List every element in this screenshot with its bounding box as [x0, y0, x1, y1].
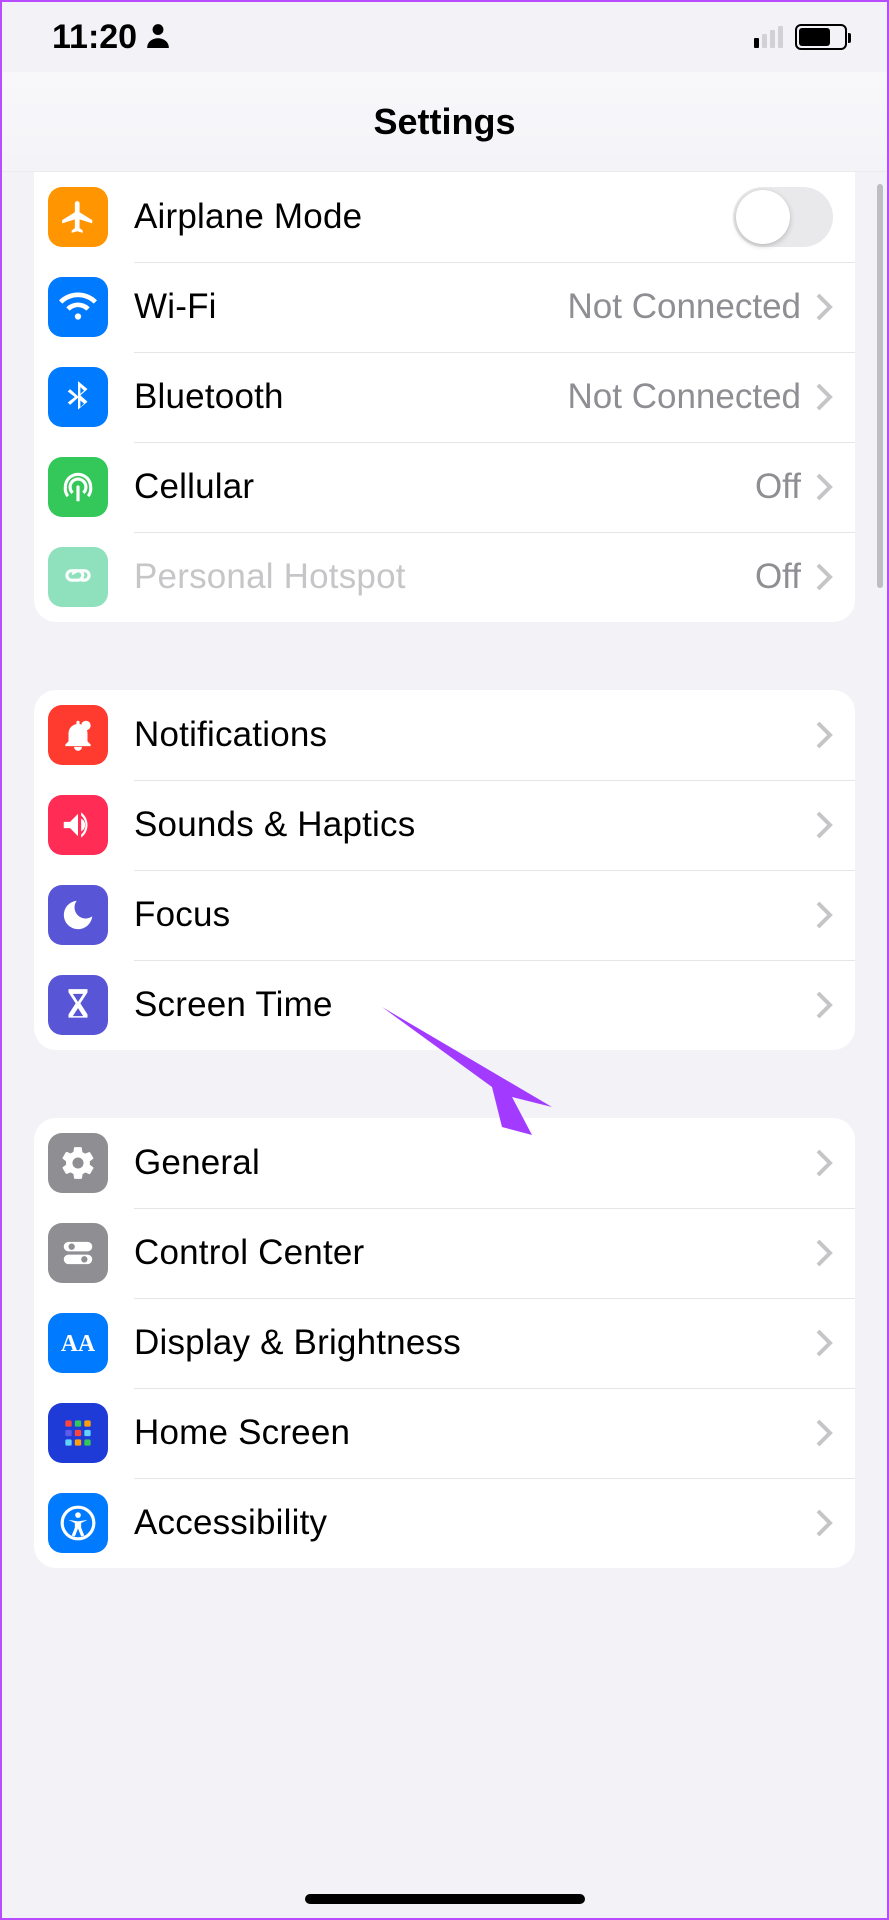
chevron-right-icon	[815, 1148, 833, 1178]
row-homescreen[interactable]: Home Screen	[34, 1388, 855, 1478]
row-focus[interactable]: Focus	[34, 870, 855, 960]
chevron-right-icon	[815, 1238, 833, 1268]
group-connectivity: Airplane Mode Wi-Fi Not Connected Blueto…	[34, 172, 855, 622]
controlcenter-icon	[48, 1223, 108, 1283]
row-label: Airplane Mode	[134, 197, 733, 237]
row-label: Notifications	[134, 715, 815, 755]
row-display[interactable]: AA Display & Brightness	[34, 1298, 855, 1388]
row-label: Screen Time	[134, 985, 815, 1025]
accessibility-icon	[48, 1493, 108, 1553]
settings-content: Airplane Mode Wi-Fi Not Connected Blueto…	[2, 172, 887, 1676]
chevron-right-icon	[815, 382, 833, 412]
chevron-right-icon	[815, 1328, 833, 1358]
row-airplane[interactable]: Airplane Mode	[34, 172, 855, 262]
group-attention: Notifications Sounds & Haptics Focus Scr…	[34, 690, 855, 1050]
bluetooth-icon	[48, 367, 108, 427]
chevron-right-icon	[815, 562, 833, 592]
chevron-right-icon	[815, 1418, 833, 1448]
focus-icon	[48, 885, 108, 945]
nav-header: Settings	[2, 72, 887, 172]
row-label: Wi-Fi	[134, 287, 568, 327]
row-accessibility[interactable]: Accessibility	[34, 1478, 855, 1568]
row-detail: Off	[755, 557, 801, 597]
svg-text:AA: AA	[61, 1331, 95, 1357]
row-label: Cellular	[134, 467, 755, 507]
chevron-right-icon	[815, 900, 833, 930]
notifications-icon	[48, 705, 108, 765]
status-time: 11:20	[52, 18, 137, 57]
chevron-right-icon	[815, 720, 833, 750]
row-label: Sounds & Haptics	[134, 805, 815, 845]
row-notifications[interactable]: Notifications	[34, 690, 855, 780]
row-wifi[interactable]: Wi-Fi Not Connected	[34, 262, 855, 352]
row-cellular[interactable]: Cellular Off	[34, 442, 855, 532]
screentime-icon	[48, 975, 108, 1035]
row-label: Focus	[134, 895, 815, 935]
group-general: General Control Center AA Display & Brig…	[34, 1118, 855, 1568]
chevron-right-icon	[815, 472, 833, 502]
row-general[interactable]: General	[34, 1118, 855, 1208]
row-label: Control Center	[134, 1233, 815, 1273]
airplane-toggle[interactable]	[733, 187, 833, 247]
row-sounds[interactable]: Sounds & Haptics	[34, 780, 855, 870]
airplane-icon	[48, 187, 108, 247]
chevron-right-icon	[815, 810, 833, 840]
sounds-icon	[48, 795, 108, 855]
chevron-right-icon	[815, 1508, 833, 1538]
scroll-indicator	[877, 184, 883, 588]
row-detail: Not Connected	[568, 377, 801, 417]
row-label: Home Screen	[134, 1413, 815, 1453]
chevron-right-icon	[815, 990, 833, 1020]
status-right	[754, 24, 847, 50]
chevron-right-icon	[815, 292, 833, 322]
row-screentime[interactable]: Screen Time	[34, 960, 855, 1050]
homescreen-icon	[48, 1403, 108, 1463]
status-left: 11:20	[52, 18, 171, 57]
row-controlcenter[interactable]: Control Center	[34, 1208, 855, 1298]
cellular-signal-icon	[754, 26, 783, 48]
row-bluetooth[interactable]: Bluetooth Not Connected	[34, 352, 855, 442]
row-hotspot[interactable]: Personal Hotspot Off	[34, 532, 855, 622]
display-icon: AA	[48, 1313, 108, 1373]
general-icon	[48, 1133, 108, 1193]
person-icon	[145, 18, 171, 57]
home-indicator[interactable]	[305, 1894, 585, 1904]
row-label: Display & Brightness	[134, 1323, 815, 1363]
cellular-icon	[48, 457, 108, 517]
page-title: Settings	[373, 101, 515, 143]
battery-icon	[795, 24, 847, 50]
row-detail: Not Connected	[568, 287, 801, 327]
row-detail: Off	[755, 467, 801, 507]
hotspot-icon	[48, 547, 108, 607]
row-label: Bluetooth	[134, 377, 568, 417]
row-label: Personal Hotspot	[134, 557, 755, 597]
row-label: General	[134, 1143, 815, 1183]
wifi-icon	[48, 277, 108, 337]
status-bar: 11:20	[2, 2, 887, 72]
row-label: Accessibility	[134, 1503, 815, 1543]
